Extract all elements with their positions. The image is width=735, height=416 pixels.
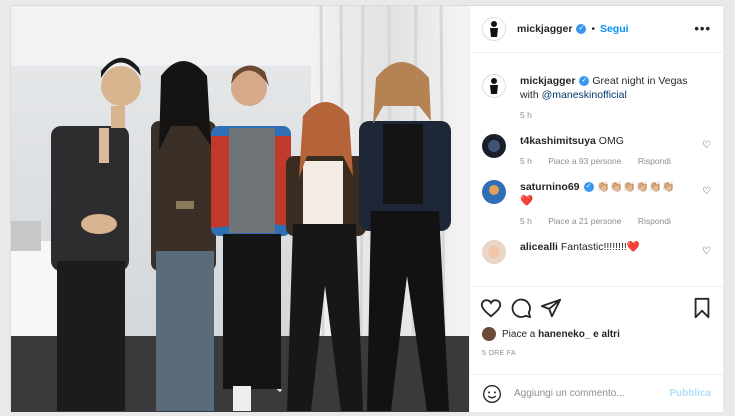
more-options-icon[interactable]: ••• — [694, 21, 711, 36]
like-comment-heart-icon[interactable]: ♡ — [702, 186, 711, 197]
share-send-icon[interactable] — [540, 297, 562, 319]
commenter-avatar-image — [488, 246, 500, 258]
comment-meta: 5 h Piace a 21 persone Rispondi — [520, 216, 697, 226]
comment-body: 👏🏼👏🏼👏🏼👏🏼👏🏼👏🏼 — [596, 181, 675, 193]
comment-meta: 5 h Piace a 93 persone Rispondi — [520, 156, 697, 166]
caption-username[interactable]: mickjagger — [520, 75, 575, 87]
caption-avatar-figure-icon — [490, 78, 498, 94]
liker-username[interactable]: haneneko_ — [538, 329, 590, 340]
post-photo[interactable] — [11, 6, 469, 412]
comment-body: Fantastic!!!!!!!!❤️ — [560, 241, 640, 253]
post-time-ago: 5 ORE FA — [482, 350, 516, 357]
comment-item: alicealli Fantastic!!!!!!!!❤️ ♡ — [470, 240, 723, 264]
comment-username[interactable]: alicealli — [520, 241, 558, 253]
comments-list[interactable]: mickjagger ✓ Great night in Vegas with @m… — [470, 54, 723, 284]
post-actions — [470, 286, 723, 326]
commenter-avatar[interactable] — [482, 240, 506, 264]
caption-mention[interactable]: @maneskinofficial — [542, 89, 627, 101]
comment-likes[interactable]: Piace a 21 persone — [548, 216, 621, 226]
caption: mickjagger ✓ Great night in Vegas with @m… — [470, 74, 723, 120]
author-username[interactable]: mickjagger — [517, 23, 572, 35]
caption-text: mickjagger ✓ Great night in Vegas with @m… — [520, 74, 697, 102]
likes-prefix: Piace a — [502, 328, 536, 340]
comment-time: 5 h — [520, 216, 532, 226]
emoji-smiley-icon[interactable] — [482, 384, 502, 404]
comment-text: t4kashimitsuya OMG — [520, 134, 697, 148]
instagram-post: mickjagger ✓ • Segui ••• mickjagger ✓ Gre… — [10, 5, 723, 412]
publish-button[interactable]: Pubblica — [669, 388, 711, 399]
comment-username[interactable]: saturnino69 — [520, 181, 580, 193]
comment-body: OMG — [598, 135, 624, 147]
post-sidebar: mickjagger ✓ • Segui ••• mickjagger ✓ Gre… — [469, 6, 723, 412]
like-comment-heart-icon[interactable]: ♡ — [702, 140, 711, 151]
comment-time: 5 h — [520, 156, 532, 166]
caption-time: 5 h — [520, 110, 532, 120]
separator-dot: • — [591, 23, 595, 35]
comment-text: saturnino69 ✓ 👏🏼👏🏼👏🏼👏🏼👏🏼👏🏼 ❤️ — [520, 180, 697, 208]
comment-username[interactable]: t4kashimitsuya — [520, 135, 596, 147]
commenter-avatar[interactable] — [482, 134, 506, 158]
author-avatar[interactable] — [482, 17, 506, 41]
like-comment-heart-icon[interactable]: ♡ — [702, 246, 711, 257]
post-header: mickjagger ✓ • Segui ••• — [470, 6, 723, 53]
verified-badge-icon: ✓ — [576, 24, 587, 34]
likes-others[interactable]: e altri — [593, 329, 620, 340]
comment-heart-emoji: ❤️ — [520, 195, 534, 207]
commenter-avatar-image — [489, 185, 499, 195]
comment-bubble-icon[interactable] — [510, 297, 532, 319]
save-bookmark-icon[interactable] — [691, 297, 713, 319]
band-photo-image — [11, 6, 469, 412]
commenter-avatar-image — [488, 140, 500, 152]
comment-text: alicealli Fantastic!!!!!!!!❤️ — [520, 240, 697, 254]
verified-badge-icon: ✓ — [583, 182, 594, 193]
like-heart-icon[interactable] — [480, 297, 502, 319]
comment-item: saturnino69 ✓ 👏🏼👏🏼👏🏼👏🏼👏🏼👏🏼 ❤️ 5 h Piace a… — [470, 180, 723, 226]
caption-meta: 5 h — [520, 110, 697, 120]
author-avatar-figure-icon — [490, 21, 498, 37]
comment-likes[interactable]: Piace a 93 persone — [548, 156, 621, 166]
verified-badge-icon: ✓ — [579, 76, 590, 87]
add-comment-bar: Pubblica — [470, 374, 723, 412]
add-comment-input[interactable] — [514, 388, 670, 399]
follow-button[interactable]: Segui — [600, 23, 629, 35]
comment-item: t4kashimitsuya OMG 5 h Piace a 93 person… — [470, 134, 723, 166]
caption-avatar[interactable] — [482, 74, 506, 98]
liker-avatar[interactable] — [482, 327, 496, 341]
reply-button[interactable]: Rispondi — [638, 216, 671, 226]
reply-button[interactable]: Rispondi — [638, 156, 671, 166]
likes-summary: Piace a haneneko_ e altri — [482, 327, 620, 341]
commenter-avatar[interactable] — [482, 180, 506, 204]
